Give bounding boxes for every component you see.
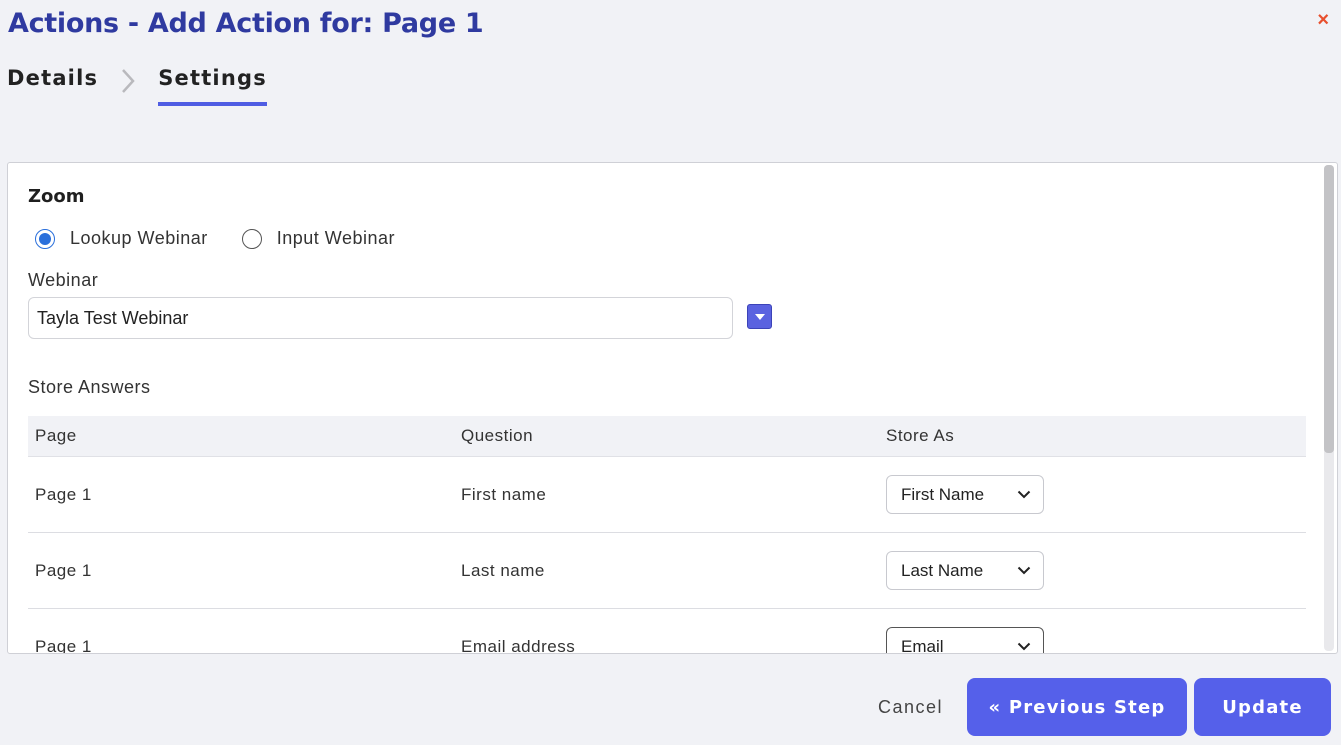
step-settings[interactable]: Settings <box>158 66 267 106</box>
radio-label: Input Webinar <box>276 228 396 248</box>
select-value: Last Name <box>901 560 984 580</box>
radio-lookup-webinar[interactable]: Lookup Webinar <box>35 228 208 249</box>
chevron-down-icon <box>1017 490 1031 499</box>
header-store-as: Store As <box>886 426 955 445</box>
scrollbar-thumb[interactable] <box>1324 165 1334 453</box>
cell-page: Page 1 <box>35 484 92 504</box>
table-row: Page 1 Email address Email <box>28 609 1306 654</box>
chevron-down-icon <box>1017 642 1031 651</box>
cell-store-as: First Name <box>879 475 1306 514</box>
close-icon[interactable]: × <box>1317 10 1329 30</box>
table-row: Page 1 Last name Last Name <box>28 533 1306 609</box>
webinar-dropdown-button[interactable] <box>747 304 772 329</box>
section-title: Zoom <box>28 186 85 207</box>
cancel-button[interactable]: Cancel <box>878 697 943 718</box>
previous-step-button[interactable]: « Previous Step <box>967 678 1187 736</box>
cell-question: Last name <box>461 560 545 580</box>
store-answers-label: Store Answers <box>28 377 151 397</box>
cell-page: Page 1 <box>35 636 92 654</box>
webinar-label: Webinar <box>28 270 99 290</box>
webinar-input[interactable] <box>28 297 733 339</box>
cell-question: Email address <box>461 636 576 654</box>
store-as-select[interactable]: First Name <box>886 475 1044 514</box>
cell-page: Page 1 <box>35 560 92 580</box>
radio-input-webinar[interactable]: Input Webinar <box>241 228 396 249</box>
store-answers-table: Page Question Store As Page 1 First name… <box>28 416 1306 654</box>
settings-panel: Zoom Lookup Webinar Input Webinar Webina… <box>7 162 1338 654</box>
dialog-title: Actions - Add Action for: Page 1 <box>8 8 484 39</box>
header-page: Page <box>35 426 77 445</box>
store-as-select[interactable]: Last Name <box>886 551 1044 590</box>
caret-down-icon <box>754 313 765 320</box>
radio-checked-icon[interactable] <box>35 228 55 249</box>
chevron-right-icon <box>98 66 158 94</box>
select-value: Email <box>901 636 944 654</box>
table-header: Page Question Store As <box>28 416 1306 457</box>
chevron-down-icon <box>1017 566 1031 575</box>
panel-scrollbar[interactable] <box>1324 165 1334 651</box>
select-value: First Name <box>901 484 985 504</box>
header-question: Question <box>461 426 534 445</box>
wizard-steps: Details Settings <box>7 66 267 110</box>
webinar-mode-radio-group: Lookup Webinar Input Webinar <box>35 228 429 249</box>
radio-label: Lookup Webinar <box>70 228 208 248</box>
cell-store-as: Email <box>879 627 1306 654</box>
table-row: Page 1 First name First Name <box>28 457 1306 533</box>
cell-question: First name <box>461 484 547 504</box>
cell-store-as: Last Name <box>879 551 1306 590</box>
store-as-select[interactable]: Email <box>886 627 1044 654</box>
update-button[interactable]: Update <box>1194 678 1331 736</box>
radio-unchecked-icon[interactable] <box>241 228 262 249</box>
step-details[interactable]: Details <box>7 66 98 102</box>
